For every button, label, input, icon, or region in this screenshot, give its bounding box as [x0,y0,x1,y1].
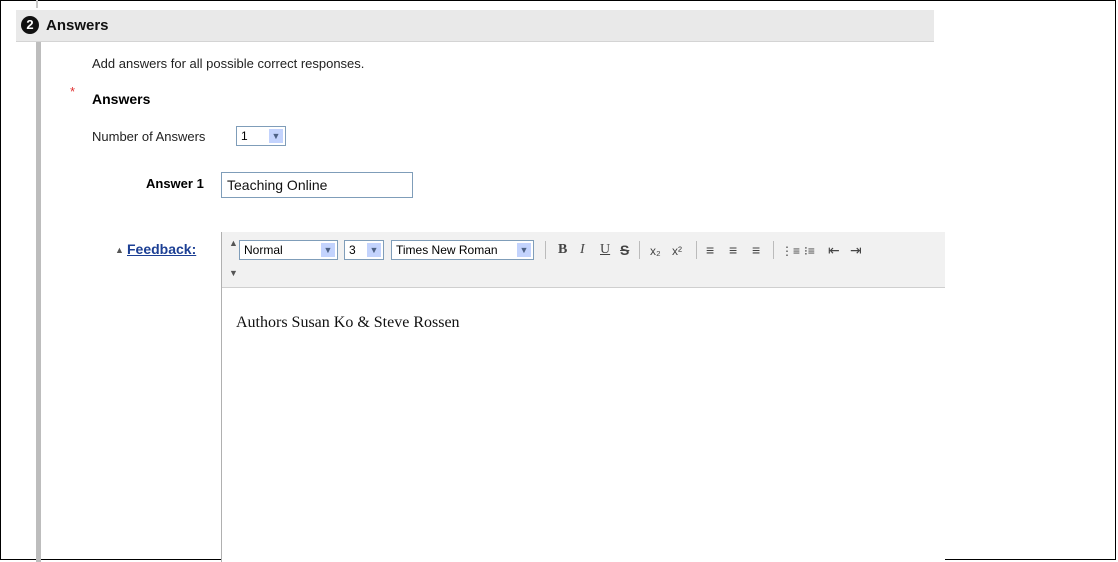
required-marker: * [70,84,76,99]
toolbar-separator [773,241,774,259]
chevron-down-icon: ▼ [320,242,336,258]
chevron-down-icon: ▼ [366,242,382,258]
align-right-icon[interactable]: ≡ [752,242,760,258]
underline-icon[interactable]: U [600,242,610,258]
toolbar-collapse-icon[interactable]: ▲ [229,238,238,248]
superscript-icon[interactable]: x² [672,244,682,258]
chevron-down-icon: ▼ [268,128,284,144]
font-family-select[interactable]: Times New Roman ▼ [391,240,534,260]
chevron-down-icon: ▼ [516,242,532,258]
top-divider [36,0,38,8]
section-title: Answers [46,17,109,34]
editor-toolbar: ▲ ▼ Normal ▼ 3 ▼ Times New Roman ▼ B I U… [222,232,945,288]
feedback-link[interactable]: Feedback: [127,241,196,257]
italic-icon[interactable]: I [580,242,585,258]
feedback-editor[interactable]: ▲ ▼ Normal ▼ 3 ▼ Times New Roman ▼ B I U… [221,232,945,562]
answer-1-input[interactable] [221,172,413,198]
answer-1-label: Answer 1 [146,176,204,191]
toolbar-separator [545,241,546,259]
toolbar-separator [696,241,697,259]
toolbar-separator [639,241,640,259]
bulleted-list-icon[interactable]: ⁝≡ [804,244,815,258]
bold-icon[interactable]: B [558,242,567,258]
format-select[interactable]: Normal ▼ [239,240,338,260]
subscript-icon[interactable]: x₂ [650,244,661,258]
number-of-answers-label: Number of Answers [92,129,206,144]
align-left-icon[interactable]: ≡ [706,242,714,258]
toolbar-expand-icon[interactable]: ▼ [229,268,238,278]
indent-icon[interactable]: ⇥ [850,242,862,259]
editor-content[interactable]: Authors Susan Ko & Steve Rossen [236,314,460,332]
font-size-value: 3 [349,243,356,257]
step-number-badge: 2 [21,16,39,34]
align-center-icon[interactable]: ≡ [729,242,737,258]
strikethrough-icon[interactable]: S [620,242,629,258]
section-side-bar [36,42,41,562]
section-header: 2 Answers [16,10,934,42]
answers-label: Answers [92,91,151,107]
collapse-caret-icon[interactable]: ▲ [115,245,124,255]
instructions-text: Add answers for all possible correct res… [92,56,365,71]
font-family-value: Times New Roman [396,243,498,257]
number-of-answers-value: 1 [241,129,248,143]
format-value: Normal [244,243,283,257]
outdent-icon[interactable]: ⇤ [828,242,840,259]
font-size-select[interactable]: 3 ▼ [344,240,384,260]
number-of-answers-select[interactable]: 1 ▼ [236,126,286,146]
numbered-list-icon[interactable]: ⋮≡ [781,244,800,258]
